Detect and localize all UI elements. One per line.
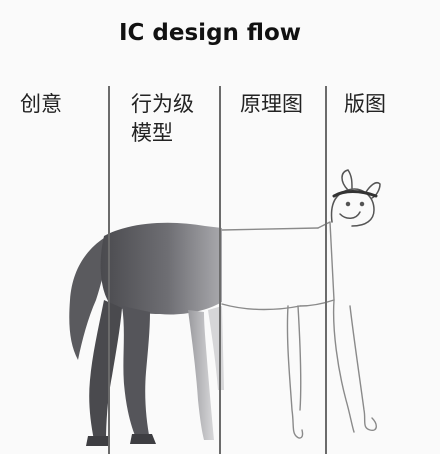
stage-label-layout: 版图 — [344, 92, 386, 116]
divider-line — [325, 86, 327, 454]
stage-label-behavioral-model: 行为级模型 — [131, 92, 194, 145]
horse-sketch-part — [221, 221, 377, 439]
horse-realistic-part — [69, 222, 224, 446]
horse-doodle-head — [330, 169, 381, 227]
divider-line — [219, 86, 221, 454]
meme-image: IC design flow 创意 行为级模型 原理图 版图 — [0, 0, 440, 454]
stage-label-schematic: 原理图 — [240, 92, 303, 116]
stage-label-idea: 创意 — [20, 92, 62, 116]
divider-line — [108, 86, 110, 454]
